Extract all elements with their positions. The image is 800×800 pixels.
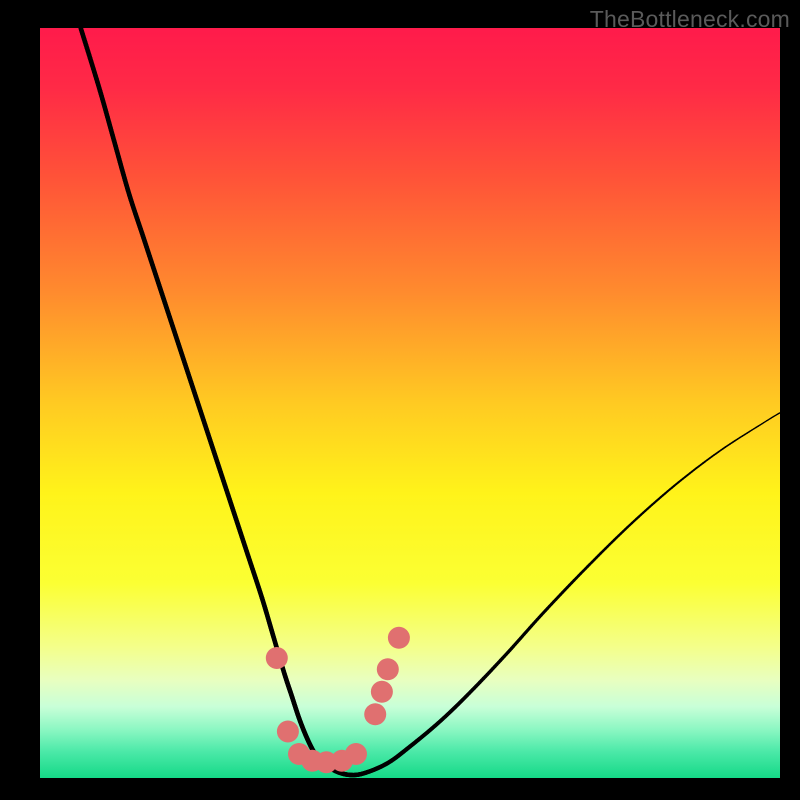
marker-dot (388, 627, 410, 649)
chart-stage: TheBottleneck.com (0, 0, 800, 800)
marker-dot (377, 658, 399, 680)
marker-dot (277, 721, 299, 743)
gradient-rect (40, 28, 780, 778)
marker-dot (364, 703, 386, 725)
watermark-text: TheBottleneck.com (590, 6, 790, 33)
marker-dot (371, 681, 393, 703)
plot-area (40, 28, 780, 778)
marker-dot (266, 647, 288, 669)
plot-svg (40, 28, 780, 778)
marker-dot (345, 743, 367, 765)
